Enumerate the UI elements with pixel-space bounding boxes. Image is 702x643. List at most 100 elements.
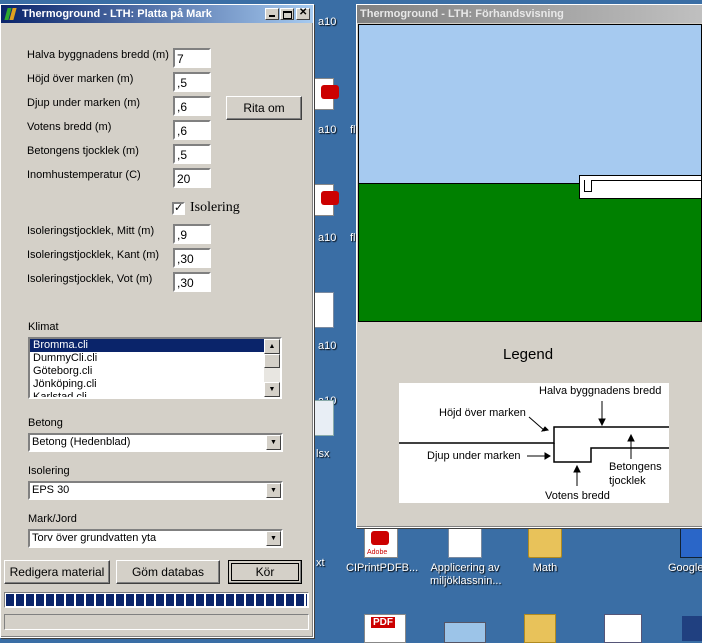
chevron-down-icon[interactable]: ▼ [266,483,281,498]
list-item[interactable]: DummyCli.cli [30,352,280,365]
indoor-temperature-input[interactable]: 20 [173,168,211,188]
desktop-icon-label: Applicering av miljöklassnin... [430,562,502,587]
minimize-button[interactable] [265,8,279,20]
adobe-text: Adobe [367,549,388,556]
desktop-label-fragment[interactable]: a10 [318,232,336,244]
field-label-depth: Djup under marken (m) [27,97,141,109]
climate-scrollbar[interactable]: ▲ ▼ [264,339,280,397]
desktop-label-fragment[interactable]: a10 [318,124,336,136]
hide-database-button[interactable]: Göm databas [116,560,220,584]
arrow-head [540,426,550,432]
desktop-xlsx-icon[interactable] [314,400,334,436]
insulation-footing-input[interactable]: ,30 [173,272,211,292]
desktop-label-fragment[interactable]: a10 [318,16,336,28]
insulation-material-label: Isolering [28,465,70,477]
field-label-height: Höjd över marken (m) [27,73,134,85]
concrete-select[interactable]: Betong (Hedenblad) ▼ [28,433,283,452]
preview-window-title: Thermoground - LTH: Förhandsvisning [360,8,564,20]
depth-below-ground-input[interactable]: ,6 [173,96,211,116]
arrow-head [544,452,551,460]
arrow-head [627,433,635,442]
legend-label-height: Höjd över marken [439,407,526,419]
legend-title: Legend [503,346,554,363]
insulation-middle-input[interactable]: ,9 [173,224,211,244]
scroll-thumb[interactable] [264,354,280,368]
height-arrow [528,416,546,432]
insulation-checkbox[interactable]: ✓ [172,202,185,215]
run-button[interactable]: Kör [228,560,302,584]
pdf-file-icon[interactable]: PDF [364,614,406,643]
insulation-edge-input[interactable]: ,30 [173,248,211,268]
legend-label-half-width: Halva byggnadens bredd [539,385,662,397]
field-label-ins-middle: Isoleringstjocklek, Mitt (m) [27,225,155,237]
chrome-icon [680,524,702,558]
close-button[interactable] [296,7,310,20]
word-file-icon[interactable] [604,614,642,643]
thermoground-app-icon [4,7,18,21]
chevron-down-icon[interactable]: ▼ [266,531,281,546]
preview-title-bar[interactable]: Thermoground - LTH: Förhandsvisning [357,5,702,23]
preview-canvas [358,24,702,322]
soil-select[interactable]: Torv över grundvatten yta ▼ [28,529,283,548]
folder-icon[interactable] [524,614,556,643]
desktop-pdf-icon[interactable] [314,184,339,216]
insulation-checkbox-label: Isolering [190,200,240,215]
list-item[interactable]: Bromma.cli [30,339,265,352]
desktop-icon-applicering[interactable]: Applicering av miljöklassnin... [430,524,502,588]
concrete-label: Betong [28,417,63,429]
insulation-select[interactable]: EPS 30 ▼ [28,481,283,500]
field-label-ins-edge: Isoleringstjocklek, Kant (m) [27,249,160,261]
concrete-thickness-input[interactable]: ,5 [173,144,211,164]
scroll-up-icon[interactable]: ▲ [264,339,280,354]
sky-area [359,25,701,183]
adobe-pdf-icon: Adobe [364,524,398,558]
desktop-label-fragment[interactable]: fl [350,232,356,244]
redraw-button[interactable]: Rita om [226,96,302,120]
chevron-down-icon[interactable]: ▼ [266,435,281,450]
main-title-bar[interactable]: Thermoground - LTH: Platta på Mark [1,5,313,23]
document-icon [448,524,482,558]
list-item[interactable]: Göteborg.cli [30,365,280,378]
insulation-select-value: EPS 30 [32,484,70,496]
footing-width-input[interactable]: ,6 [173,120,211,140]
desktop-label-fragment[interactable]: xt [316,557,325,569]
soil-select-value: Torv över grundvatten yta [32,532,157,544]
list-item[interactable]: Karlstad.cli [30,391,280,397]
image-file-icon[interactable] [444,622,486,643]
desktop-pdf-icon[interactable] [314,78,339,110]
field-label-footing: Votens bredd (m) [27,121,112,133]
footing-notch [584,180,592,192]
slab-inner-line [584,180,701,188]
desktop-label-fragment[interactable]: lsx [316,448,329,460]
status-bar [4,614,309,630]
desktop-doc-icon[interactable] [314,292,334,328]
scroll-down-icon[interactable]: ▼ [264,382,280,397]
legend-label-concrete: Betongens tjocklek [609,461,662,487]
field-label-indoor-temp: Inomhustemperatur (C) [27,169,141,181]
desktop-label-fragment[interactable]: fl [350,124,356,136]
concrete-select-value: Betong (Hedenblad) [32,436,131,448]
desktop-icon-label: CIPrintPDFB... [346,562,419,574]
height-above-ground-input[interactable]: ,5 [173,72,211,92]
desktop-icon-label: Google [668,562,702,574]
field-label-concrete: Betongens tjocklek (m) [27,145,139,157]
edit-material-button[interactable]: Redigera material [4,560,110,584]
list-item[interactable]: Jönköping.cli [30,378,280,391]
desktop-icon-math[interactable]: Math [510,524,580,575]
legend-diagram: Halva byggnadens bredd Höjd över marken … [399,383,669,503]
desktop-icon-google[interactable]: Google [660,524,702,575]
app-icon[interactable] [682,616,702,641]
maximize-button[interactable] [280,8,294,20]
half-width-input[interactable]: 7 [173,48,211,68]
legend-label-depth: Djup under marken [427,450,521,462]
progress-fill [6,594,307,606]
arrow-head [573,464,581,473]
folder-icon [528,524,562,558]
desktop-icon-ciprintpdf[interactable]: Adobe CIPrintPDFB... [346,524,419,575]
legend-label-footing: Votens bredd [545,490,610,502]
climate-listbox[interactable]: Bromma.cli DummyCli.cli Göteborg.cli Jön… [28,337,282,399]
progress-bar [4,592,309,608]
arrow-head [598,418,606,427]
ground-area [359,183,701,321]
desktop-label-fragment[interactable]: a10 [318,340,336,352]
